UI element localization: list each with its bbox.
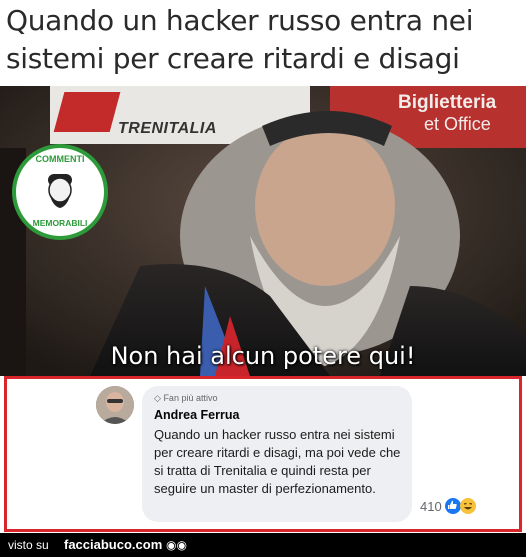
trenitalia-brand-text: TRENITALIA — [118, 120, 217, 137]
bearded-face-icon — [42, 172, 78, 210]
comment-author[interactable]: Andrea Ferrua — [154, 408, 239, 422]
sign-line-1: Biglietteria — [398, 92, 497, 113]
eyes-icon: ◉◉ — [166, 538, 187, 552]
haha-icon — [459, 498, 476, 514]
meme-title: Quando un hacker russo entra nei sistemi… — [6, 4, 474, 75]
meme-photo: TRENITALIA Biglietteria et Office COMMEN… — [0, 86, 526, 376]
avatar[interactable] — [96, 386, 134, 424]
site-name[interactable]: facciabuco.com — [64, 537, 162, 552]
commenti-memorabili-logo: COMMENTI MEMORABILI — [12, 144, 108, 240]
like-icon — [444, 498, 461, 514]
meme-caption: Non hai alcun potere qui! — [110, 342, 416, 370]
comment-text: Quando un hacker russo entra nei sistemi… — [154, 427, 401, 496]
reactions[interactable]: 410 — [420, 498, 476, 514]
footer-bar: visto su facciabuco.com ◉◉ — [0, 533, 526, 557]
diamond-icon: ◇ — [154, 393, 161, 403]
reaction-count: 410 — [420, 498, 442, 514]
visto-su-label: visto su — [8, 538, 49, 552]
badge-bottom-text: MEMORABILI — [32, 218, 88, 228]
sign-line-2: et Office — [424, 114, 491, 134]
fan-badge-text: Fan più attivo — [163, 393, 218, 403]
ticket-office-sign: Biglietteria et Office — [360, 88, 520, 148]
badge-top-text: COMMENTI — [35, 154, 85, 164]
top-fan-badge: ◇ Fan più attivo — [154, 393, 217, 404]
